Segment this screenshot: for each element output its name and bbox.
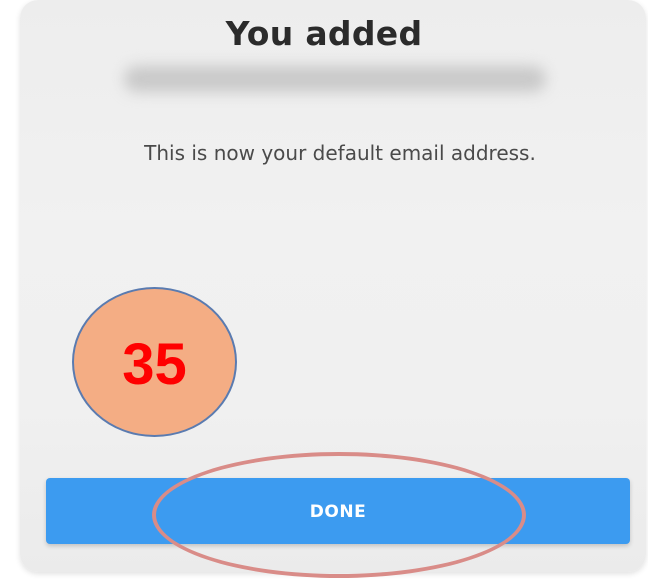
redacted-email-address [124,66,546,92]
step-number: 35 [122,331,187,397]
step-number-badge: 35 [72,287,237,437]
dialog-title: You added [225,14,423,53]
done-button[interactable]: DONE [46,478,630,544]
screenshot-stage: You added This is now your default email… [0,0,648,580]
dialog-message: This is now your default email address. [144,141,536,165]
done-button-label: DONE [309,502,367,522]
